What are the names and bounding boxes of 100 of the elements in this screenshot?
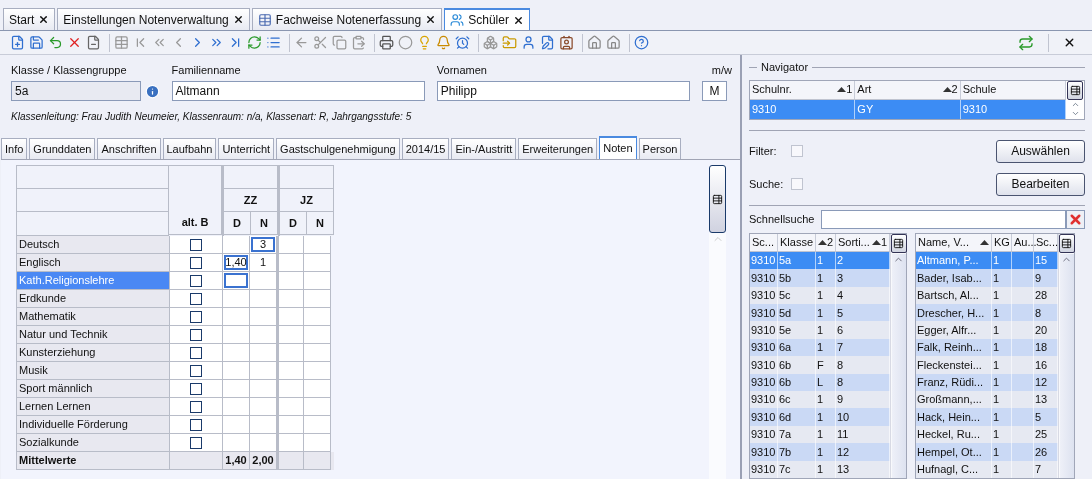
- grid-cell[interactable]: [277, 344, 304, 362]
- table-cell[interactable]: 1: [993, 461, 1000, 478]
- table-cell[interactable]: 1: [817, 443, 824, 461]
- subject-cell[interactable]: Lernen Lernen: [17, 398, 170, 416]
- help-icon[interactable]: [634, 35, 649, 50]
- detail-tab[interactable]: Ein-/Austritt: [451, 138, 517, 159]
- table-cell[interactable]: 9310: [751, 408, 776, 426]
- checkbox[interactable]: [190, 238, 202, 251]
- boxes-icon[interactable]: [483, 35, 498, 50]
- grid-cell[interactable]: [223, 308, 250, 326]
- table-cell[interactable]: Egger, Alfr...: [917, 321, 977, 339]
- grid-cell[interactable]: [250, 416, 277, 434]
- table-cell[interactable]: 1: [993, 356, 1000, 374]
- table-cell[interactable]: 9310: [751, 443, 776, 461]
- grid-cell[interactable]: [277, 290, 304, 308]
- detail-tab[interactable]: Anschriften: [97, 138, 161, 159]
- grid-cell[interactable]: [250, 380, 277, 398]
- column-header[interactable]: Au...: [1012, 233, 1034, 251]
- table-cell[interactable]: 7a: [779, 426, 792, 443]
- grid-cell[interactable]: [304, 308, 331, 326]
- grid-cell[interactable]: [304, 254, 331, 272]
- grid-cell[interactable]: [250, 272, 277, 290]
- table-cell[interactable]: 1: [817, 287, 824, 304]
- subject-cell[interactable]: Individuelle Förderung: [17, 416, 170, 434]
- column-header[interactable]: Art 2: [855, 80, 961, 99]
- column-header[interactable]: 2: [816, 233, 836, 251]
- table-cell[interactable]: 1: [817, 304, 824, 321]
- table-cell[interactable]: 1: [993, 287, 1000, 304]
- table-cell[interactable]: 9: [837, 391, 844, 408]
- table-icon[interactable]: [114, 35, 129, 50]
- detail-tab[interactable]: 2014/15: [401, 138, 450, 159]
- grid-cell[interactable]: [304, 398, 331, 416]
- detail-tab[interactable]: Person: [638, 138, 682, 159]
- print-icon[interactable]: [379, 35, 394, 50]
- alarm-clock-icon[interactable]: [455, 35, 470, 50]
- checkbox[interactable]: [190, 400, 202, 413]
- table-cell[interactable]: 1: [993, 443, 1000, 461]
- table-cell[interactable]: 6a: [779, 339, 792, 356]
- grid-cell[interactable]: [277, 416, 304, 434]
- new-document-icon[interactable]: [10, 35, 25, 50]
- table-cell[interactable]: 3: [837, 269, 844, 287]
- grid-cell[interactable]: [304, 326, 331, 344]
- grid-cell[interactable]: [223, 236, 250, 254]
- grid-cell[interactable]: [250, 290, 277, 308]
- table-cell[interactable]: 1: [817, 408, 824, 426]
- table-cell[interactable]: 6b: [779, 374, 792, 391]
- subject-cell[interactable]: Musik: [17, 362, 170, 380]
- subject-cell[interactable]: Sport männlich: [17, 380, 170, 398]
- table-cell[interactable]: 7: [1035, 461, 1042, 478]
- grid-cell[interactable]: [250, 308, 277, 326]
- close-icon[interactable]: [232, 14, 244, 25]
- table-cell[interactable]: 9310: [751, 374, 776, 391]
- table-cell[interactable]: 1: [817, 391, 824, 408]
- detail-tab[interactable]: Unterricht: [218, 138, 275, 159]
- table-cell[interactable]: Fleckenstei...: [917, 356, 982, 374]
- table-cell[interactable]: 9310: [751, 287, 776, 304]
- table-cell[interactable]: 9310: [751, 339, 776, 356]
- detail-tab[interactable]: Info: [1, 138, 28, 159]
- table-cell[interactable]: 1: [817, 269, 824, 287]
- table-cell[interactable]: 1: [993, 408, 1000, 426]
- table-cell[interactable]: 12: [837, 443, 850, 461]
- table-cell[interactable]: 1: [993, 304, 1000, 321]
- delete-icon[interactable]: [67, 35, 82, 50]
- grade-field[interactable]: 1: [251, 255, 275, 270]
- grade-field[interactable]: 1,40: [224, 255, 248, 270]
- lightbulb-icon[interactable]: [417, 35, 432, 50]
- grid-cell[interactable]: [277, 272, 304, 290]
- table-cell[interactable]: 13: [837, 461, 850, 478]
- checkbox[interactable]: [190, 292, 202, 305]
- grid-cell[interactable]: [250, 326, 277, 344]
- person-icon[interactable]: [521, 35, 536, 50]
- grid-cell[interactable]: [223, 362, 250, 380]
- action-button[interactable]: Bearbeiten: [996, 172, 1085, 196]
- refresh-icon[interactable]: [247, 35, 262, 50]
- scrollbar[interactable]: [891, 253, 906, 478]
- search-field[interactable]: [821, 209, 1066, 229]
- checkbox[interactable]: [190, 256, 202, 269]
- detail-tab[interactable]: Noten: [599, 136, 637, 159]
- grid-cell[interactable]: [304, 434, 331, 452]
- table-cell[interactable]: 5c: [779, 287, 791, 304]
- checkbox[interactable]: [190, 274, 202, 287]
- table-cell[interactable]: 16: [1035, 356, 1048, 374]
- table-cell[interactable]: Bader, Isab...: [917, 269, 982, 287]
- edit-document-icon[interactable]: [540, 35, 555, 50]
- table-cell[interactable]: Falk, Reinh...: [917, 339, 982, 356]
- paste-icon[interactable]: [351, 35, 366, 50]
- table-cell[interactable]: 1: [993, 269, 1000, 287]
- table-cell[interactable]: 28: [1035, 287, 1048, 304]
- subject-cell[interactable]: Sozialkunde: [17, 434, 170, 452]
- column-header[interactable]: Schule: [960, 80, 1066, 99]
- detail-tab[interactable]: Laufbahn: [162, 138, 217, 159]
- table-cell[interactable]: 11: [837, 426, 849, 443]
- checkbox[interactable]: [190, 328, 202, 341]
- grid-cell[interactable]: [250, 344, 277, 362]
- grid-cell[interactable]: [277, 434, 304, 452]
- grid-cell[interactable]: [223, 344, 250, 362]
- table-cell[interactable]: Großmann,...: [917, 391, 982, 408]
- action-button[interactable]: Auswählen: [996, 139, 1085, 163]
- column-header[interactable]: KG: [992, 233, 1012, 251]
- clear-search-button[interactable]: [1066, 209, 1085, 229]
